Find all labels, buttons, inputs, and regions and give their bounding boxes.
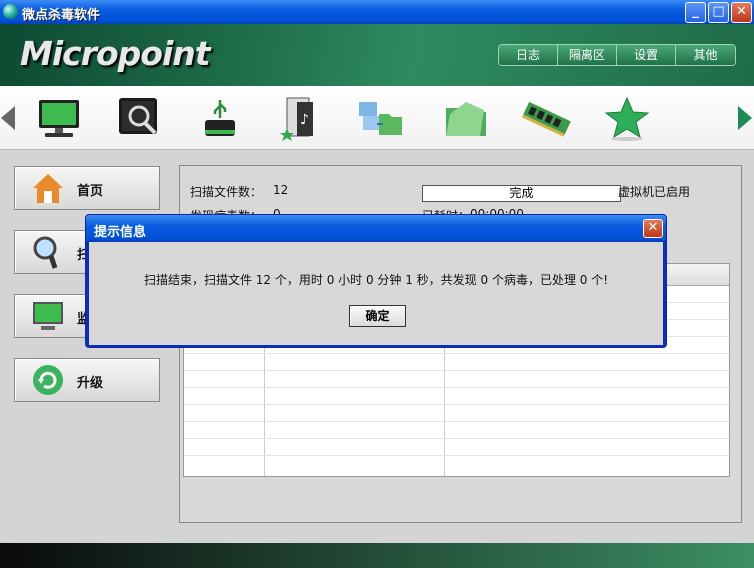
maximize-button[interactable]: □: [708, 2, 729, 23]
app-header: Micropoint 日志 隔离区 设置 其他: [0, 24, 754, 86]
usb-drive-icon[interactable]: [193, 94, 247, 142]
minimize-button[interactable]: _: [685, 2, 706, 23]
window-titlebar[interactable]: 微点杀毒软件 _ □ ✕: [0, 0, 754, 24]
memory-chip-icon[interactable]: [520, 94, 574, 142]
home-icon: [33, 174, 63, 203]
sidebar-item-home[interactable]: 首页: [14, 166, 160, 210]
folder-icon[interactable]: [440, 94, 494, 142]
tool-strip: ♪: [0, 86, 754, 150]
table-row: [184, 370, 729, 371]
vm-status-text: 虚拟机已启用: [618, 185, 691, 199]
table-row: [184, 438, 729, 439]
nav-log-button[interactable]: 日志: [499, 45, 558, 65]
nav-other-button[interactable]: 其他: [676, 45, 735, 65]
main-window: 微点杀毒软件 _ □ ✕ Micropoint 日志 隔离区 设置 其他 ♪ 首…: [0, 0, 754, 568]
nav-quarantine-button[interactable]: 隔离区: [558, 45, 617, 65]
dialog-close-button[interactable]: ✕: [643, 219, 663, 238]
dialog-message: 扫描结束，扫描文件 12 个，用时 0 小时 0 分钟 1 秒，共发现 0 个病…: [143, 273, 609, 287]
network-folders-icon[interactable]: [353, 94, 407, 142]
micropoint-logo: Micropoint: [20, 34, 211, 73]
magnifier-icon: [33, 236, 58, 269]
music-file-icon[interactable]: ♪: [273, 94, 327, 142]
nav-settings-button[interactable]: 设置: [617, 45, 676, 65]
scanned-files-value: 12: [273, 183, 289, 197]
sidebar-item-label: 首页: [77, 184, 104, 199]
table-row: [184, 455, 729, 456]
sidebar-item-update[interactable]: 升级: [14, 358, 160, 402]
scan-progress-bar: 完成: [422, 185, 621, 202]
top-nav: 日志 隔离区 设置 其他: [498, 44, 736, 66]
status-bar: [0, 543, 754, 568]
dialog-title: 提示信息: [94, 225, 147, 240]
info-dialog: 提示信息 ✕ 扫描结束，扫描文件 12 个，用时 0 小时 0 分钟 1 秒，共…: [85, 214, 667, 348]
scanned-files-label: 扫描文件数：: [190, 185, 263, 199]
dialog-body: 扫描结束，扫描文件 12 个，用时 0 小时 0 分钟 1 秒，共发现 0 个病…: [89, 242, 663, 345]
refresh-icon: [33, 365, 63, 395]
star-icon[interactable]: [600, 94, 654, 142]
scroll-right-arrow-icon[interactable]: [738, 106, 752, 130]
table-row: [184, 387, 729, 388]
window-title: 微点杀毒软件: [22, 8, 101, 23]
table-row: [184, 404, 729, 405]
scroll-left-arrow-icon[interactable]: [1, 106, 15, 130]
close-button[interactable]: ✕: [731, 2, 752, 23]
scan-disk-icon[interactable]: [113, 94, 167, 142]
scan-progress-text: 完成: [509, 186, 534, 200]
app-icon: [3, 4, 18, 19]
table-row: [184, 421, 729, 422]
dialog-titlebar[interactable]: 提示信息 ✕: [86, 215, 666, 242]
table-row: [184, 353, 729, 354]
monitor-icon[interactable]: [33, 94, 87, 142]
svg-text:♪: ♪: [300, 112, 309, 128]
monitor-icon: [33, 302, 63, 330]
ok-button[interactable]: 确定: [349, 305, 406, 327]
sidebar-item-label: 升级: [77, 376, 104, 391]
